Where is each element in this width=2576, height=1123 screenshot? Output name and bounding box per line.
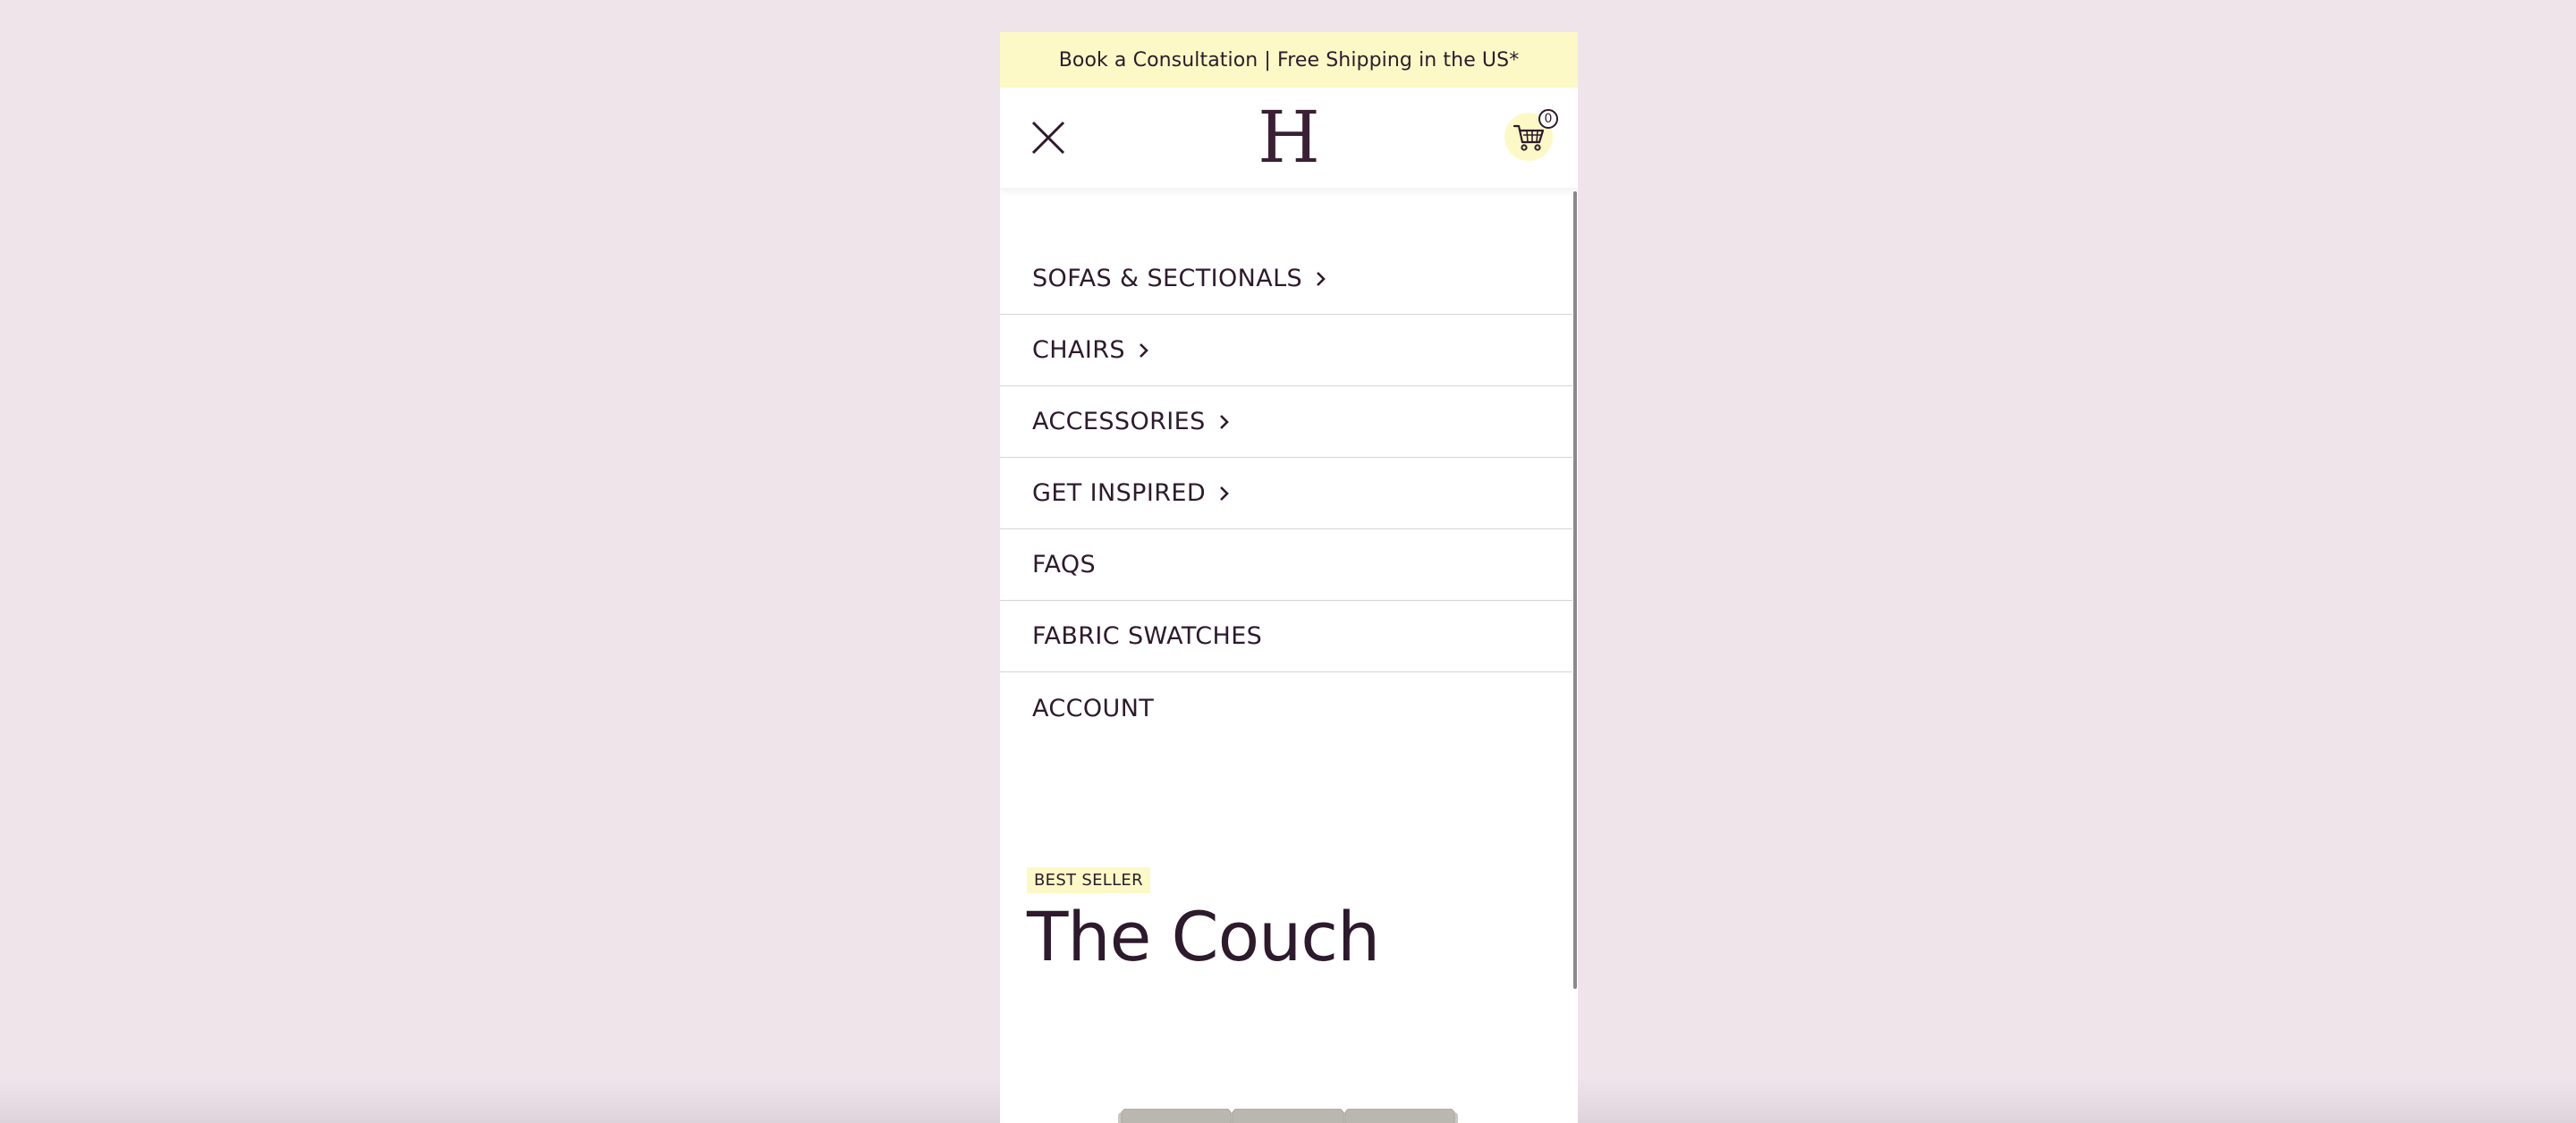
menu-item-chairs[interactable]: CHAIRS xyxy=(1000,315,1572,386)
chevron-right-icon xyxy=(1219,414,1229,429)
menu-item-sofas-sectionals[interactable]: SOFAS & SECTIONALS xyxy=(1000,188,1572,315)
product-title: The Couch xyxy=(1027,897,1380,976)
close-menu-button[interactable] xyxy=(1030,120,1066,156)
menu-item-label: CHAIRS xyxy=(1032,336,1125,364)
menu-scrollbar-thumb[interactable] xyxy=(1573,191,1577,989)
menu-item-label: FABRIC SWATCHES xyxy=(1032,622,1263,650)
cart-icon xyxy=(1513,124,1545,151)
menu-item-fabric-swatches[interactable]: FABRIC SWATCHES xyxy=(1000,601,1572,672)
menu-item-label: FAQS xyxy=(1032,551,1097,578)
chevron-right-icon xyxy=(1139,342,1148,358)
best-seller-badge: BEST SELLER xyxy=(1027,867,1150,893)
chevron-right-icon xyxy=(1220,486,1229,501)
announcement-text[interactable]: Book a Consultation | Free Shipping in t… xyxy=(1059,49,1520,72)
menu-item-accessories[interactable]: ACCESSORIES xyxy=(1000,386,1572,458)
menu-item-faqs[interactable]: FAQS xyxy=(1000,529,1572,601)
announcement-bar[interactable]: Book a Consultation | Free Shipping in t… xyxy=(1000,32,1578,88)
cart-button[interactable]: 0 xyxy=(1504,109,1558,161)
mobile-nav-menu: SOFAS & SECTIONALS CHAIRS ACCESSORIES GE… xyxy=(1000,188,1572,744)
chevron-right-icon xyxy=(1317,271,1326,286)
close-icon xyxy=(1031,121,1065,155)
site-header: H 0 xyxy=(1000,88,1578,188)
site-logo[interactable]: H xyxy=(1258,100,1320,175)
menu-item-label: ACCESSORIES xyxy=(1032,408,1206,435)
menu-item-label: ACCOUNT xyxy=(1032,694,1155,722)
menu-item-get-inspired[interactable]: GET INSPIRED xyxy=(1000,458,1572,529)
couch-image[interactable] xyxy=(1118,1109,1458,1123)
menu-item-account[interactable]: ACCOUNT xyxy=(1000,672,1572,744)
cart-count-badge: 0 xyxy=(1538,109,1558,129)
menu-item-label: SOFAS & SECTIONALS xyxy=(1032,265,1303,292)
menu-item-label: GET INSPIRED xyxy=(1032,479,1207,507)
mobile-viewport: Book a Consultation | Free Shipping in t… xyxy=(1000,32,1578,1123)
